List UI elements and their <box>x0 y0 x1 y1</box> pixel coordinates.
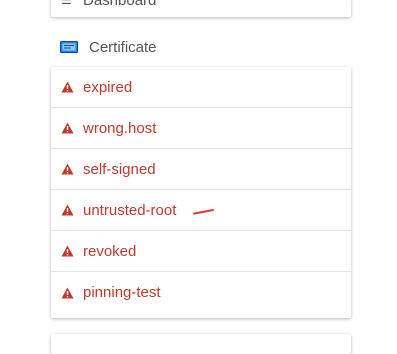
list-item-self-signed[interactable]: self-signed <box>51 149 351 190</box>
list-item-label: pinning-test <box>83 284 161 301</box>
list-item-expired[interactable]: expired <box>51 67 351 108</box>
list-item-label: self-signed <box>83 160 156 178</box>
certificate-section-title: Certificate <box>89 38 157 56</box>
warning-icon <box>61 204 74 216</box>
warning-icon <box>61 163 74 175</box>
next-section-card <box>51 334 351 354</box>
list-item-revoked[interactable]: revoked <box>51 231 351 272</box>
warning-icon <box>61 287 74 298</box>
list-icon: ☰ <box>61 0 72 7</box>
list-item-label: untrusted-root <box>83 201 177 219</box>
dashboard-label: Dashboard <box>83 0 157 9</box>
certificate-section-header: Certificate <box>60 36 157 58</box>
list-item-label: wrong.host <box>83 119 157 137</box>
warning-icon <box>61 81 74 93</box>
warning-icon <box>61 245 74 257</box>
previous-section-card: ☰ Dashboard <box>51 0 351 17</box>
list-item-label: revoked <box>83 242 137 260</box>
sidebar-item-dashboard[interactable]: ☰ Dashboard <box>61 0 156 12</box>
annotation-mark <box>193 209 214 215</box>
list-item-label: expired <box>83 78 133 96</box>
list-item-wrong-host[interactable]: wrong.host <box>51 108 351 149</box>
list-item-pinning-test[interactable]: pinning-test <box>51 272 351 313</box>
warning-icon <box>61 122 74 134</box>
certificate-list: expired wrong.host self-signed untrusted… <box>51 67 351 318</box>
certificate-card-icon <box>60 41 78 53</box>
